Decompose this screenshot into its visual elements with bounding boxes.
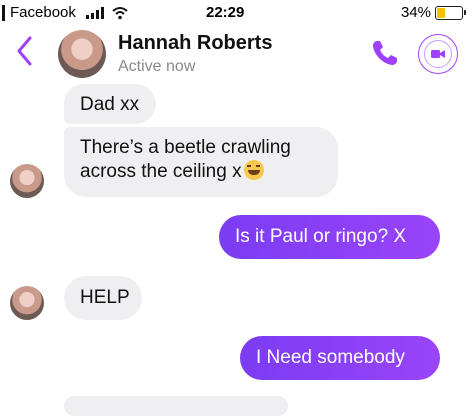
contact-avatar-small[interactable] (10, 286, 44, 320)
status-right: 34% (400, 4, 466, 21)
contact-name[interactable]: Hannah Roberts (118, 32, 272, 55)
message-bubble-incoming[interactable]: Dad xx (64, 84, 156, 124)
contact-status: Active now (118, 58, 196, 75)
message-bubble-incoming[interactable]: HELP (64, 276, 142, 320)
status-left: Facebook (2, 4, 128, 21)
message-text: Is it Paul or ringo? X (235, 226, 407, 247)
status-bar: Facebook 22:29 34% (0, 0, 473, 26)
message-text-line: There’s a beetle crawling (80, 137, 291, 158)
signal-icon (85, 6, 104, 19)
message-bubble-partial[interactable] (64, 396, 288, 416)
message-bubble-outgoing[interactable]: Is it Paul or ringo? X (219, 215, 440, 259)
status-bar-marker (2, 4, 5, 21)
carrier-label: Facebook (10, 4, 76, 21)
back-chevron-icon[interactable] (14, 34, 36, 68)
phone-icon[interactable] (370, 38, 400, 68)
message-text: Dad xx (80, 94, 140, 115)
message-text-line: across the ceiling x (80, 160, 322, 184)
message-bubble-outgoing[interactable]: I Need somebody (240, 336, 440, 380)
chat-header: Hannah Roberts Active now (0, 26, 473, 86)
contact-avatar[interactable] (58, 30, 106, 78)
battery-icon (435, 5, 466, 20)
contact-avatar-small[interactable] (10, 164, 44, 198)
status-time: 22:29 (206, 4, 245, 21)
message-bubble-incoming[interactable]: There’s a beetle crawling across the cei… (64, 127, 338, 197)
rofl-emoji-icon (243, 160, 264, 180)
message-text: I Need somebody (256, 347, 405, 368)
video-icon (424, 40, 452, 68)
message-text: HELP (80, 287, 130, 308)
wifi-icon (112, 6, 128, 19)
video-call-button[interactable] (418, 34, 458, 74)
battery-percent: 34% (400, 4, 431, 21)
